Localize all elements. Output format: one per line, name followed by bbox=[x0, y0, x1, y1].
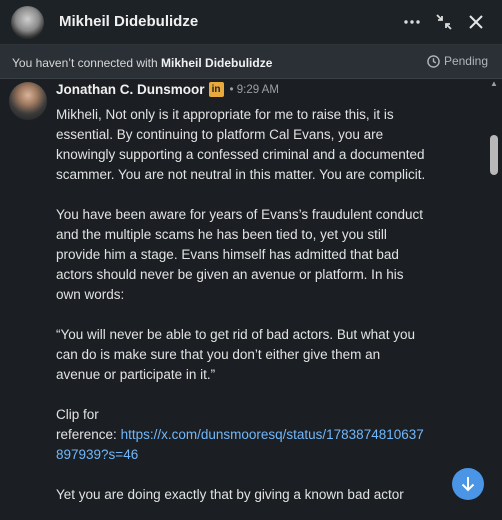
reference-label: reference: bbox=[56, 427, 117, 442]
notice-text: You haven’t connected with bbox=[12, 56, 158, 70]
message-time: • 9:29 AM bbox=[229, 83, 279, 96]
message-paragraph: Mikheli, Not only is it appropriate for … bbox=[56, 107, 426, 182]
more-horizontal-icon bbox=[404, 20, 420, 24]
message-body: Mikheli, Not only is it appropriate for … bbox=[56, 105, 426, 520]
sender-avatar[interactable] bbox=[9, 82, 47, 120]
sender-name[interactable]: Jonathan C. Dunsmoor bbox=[56, 82, 205, 97]
pending-status[interactable]: Pending bbox=[427, 54, 488, 68]
close-button[interactable] bbox=[462, 8, 490, 36]
arrow-down-icon bbox=[461, 477, 475, 492]
message-header: Jonathan C. Dunsmoor in • 9:29 AM bbox=[56, 82, 279, 97]
pending-label: Pending bbox=[443, 54, 488, 68]
scroll-up-arrow-icon[interactable]: ▲ bbox=[489, 79, 499, 91]
chat-header: Mikheil Didebulidze bbox=[0, 0, 502, 45]
jump-to-latest-button[interactable] bbox=[452, 468, 484, 500]
message-paragraph: You have been aware for years of Evans’s… bbox=[56, 207, 423, 302]
linkedin-premium-badge: in bbox=[208, 82, 224, 97]
chat-title[interactable]: Mikheil Didebulidze bbox=[59, 13, 198, 30]
notice-name: Mikheil Didebulidze bbox=[161, 56, 273, 70]
message-thread[interactable]: Jonathan C. Dunsmoor in • 9:29 AM Mikhel… bbox=[0, 79, 502, 520]
message-paragraph: Clip for reference: https://x.com/dunsmo… bbox=[56, 405, 426, 465]
clock-icon bbox=[427, 54, 440, 68]
close-icon bbox=[469, 15, 483, 29]
connection-notice: You haven’t connected with Mikheil Dideb… bbox=[0, 45, 502, 79]
message-paragraph: “You will never be able to get rid of ba… bbox=[56, 327, 415, 382]
clip-label: Clip for bbox=[56, 407, 99, 422]
avatar[interactable] bbox=[11, 6, 44, 39]
collapse-button[interactable] bbox=[430, 8, 458, 36]
collapse-arrows-icon bbox=[436, 14, 452, 30]
more-options-button[interactable] bbox=[398, 8, 426, 36]
scrollbar[interactable]: ▲ bbox=[486, 79, 502, 520]
message-paragraph: Yet you are doing exactly that by giving… bbox=[56, 487, 404, 502]
scrollbar-thumb[interactable] bbox=[490, 135, 498, 175]
